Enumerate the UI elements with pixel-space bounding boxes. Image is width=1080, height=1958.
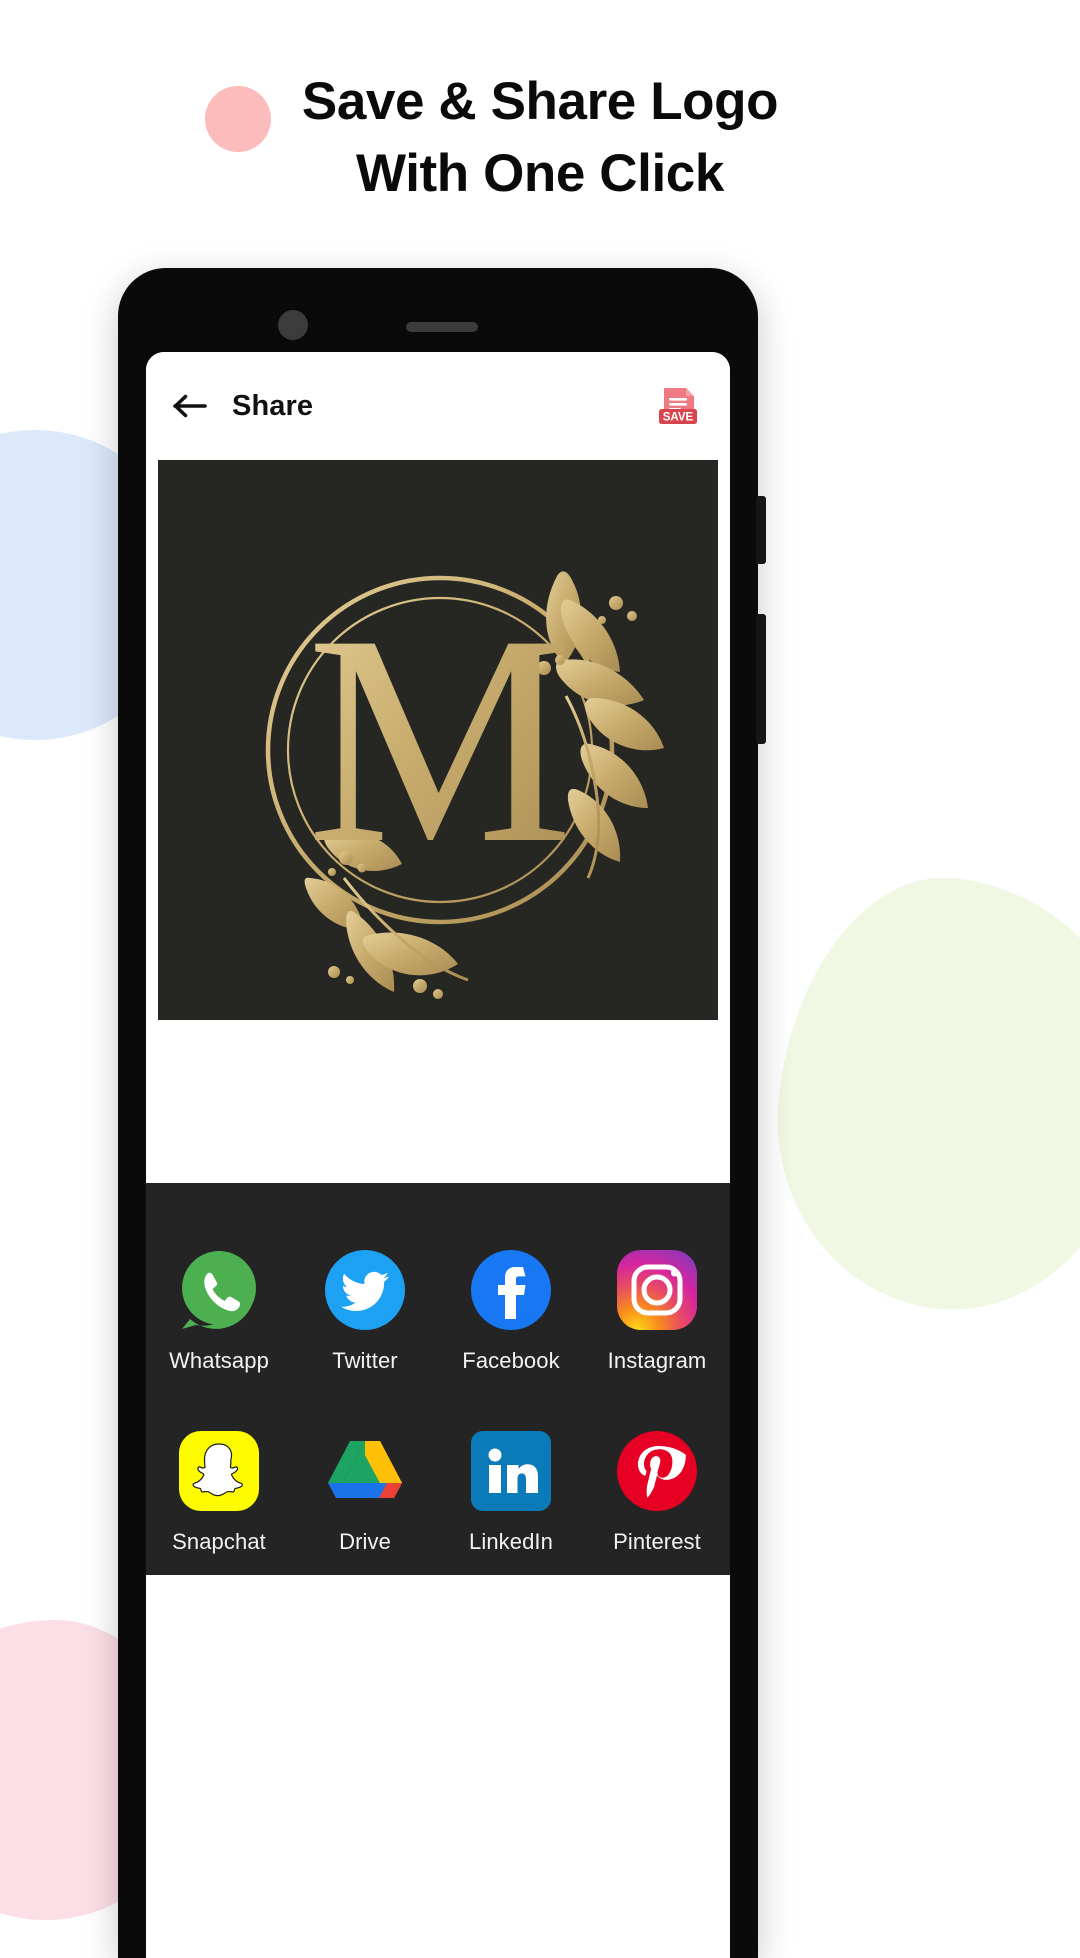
share-item-whatsapp[interactable]: Whatsapp <box>146 1247 292 1374</box>
share-item-linkedin[interactable]: LinkedIn <box>438 1428 584 1555</box>
twitter-icon <box>322 1247 408 1333</box>
share-label-pinterest: Pinterest <box>613 1529 701 1554</box>
phone-side-button-power[interactable] <box>756 614 766 744</box>
share-item-snapchat[interactable]: Snapchat <box>146 1428 292 1555</box>
share-label-whatsapp: Whatsapp <box>169 1348 269 1373</box>
app-bar-title: Share <box>232 389 314 422</box>
share-item-drive[interactable]: Drive <box>292 1428 438 1555</box>
share-label-facebook: Facebook <box>462 1348 560 1373</box>
share-item-facebook[interactable]: Facebook <box>438 1247 584 1374</box>
earpiece-speaker-icon <box>406 322 478 332</box>
back-arrow-icon[interactable] <box>168 384 212 428</box>
app-bar: Share SAVE <box>146 352 730 460</box>
monogram-letter: M <box>307 573 574 905</box>
phone-side-button-volume[interactable] <box>756 496 766 564</box>
facebook-icon <box>468 1247 554 1333</box>
linkedin-icon <box>468 1428 554 1514</box>
share-item-instagram[interactable]: Instagram <box>584 1247 730 1374</box>
share-label-instagram: Instagram <box>607 1348 707 1373</box>
save-icon-text: SAVE <box>663 412 694 424</box>
monogram-logo-graphic: M <box>158 460 718 1020</box>
phone-mockup: Share SAVE M Whatsapp Twitter Facebook I… <box>118 268 766 1958</box>
share-item-pinterest[interactable]: Pinterest <box>584 1428 730 1555</box>
phone-screen: Share SAVE M Whatsapp Twitter Facebook I… <box>146 352 730 1958</box>
snapchat-icon <box>176 1428 262 1514</box>
headline-line-1-text: Save & Share Logo <box>301 72 779 131</box>
whatsapp-icon <box>176 1247 262 1333</box>
front-camera-icon <box>278 310 308 340</box>
share-label-drive: Drive <box>339 1529 391 1554</box>
share-label-linkedin: LinkedIn <box>469 1529 553 1554</box>
share-label-snapchat: Snapchat <box>172 1529 266 1554</box>
instagram-icon <box>614 1247 700 1333</box>
green-blob-shape <box>758 862 1080 1328</box>
google-drive-icon <box>322 1428 408 1514</box>
logo-preview-image[interactable]: M <box>158 460 718 1020</box>
share-item-twitter[interactable]: Twitter <box>292 1247 438 1374</box>
preview-bottom-spacer <box>146 1020 730 1183</box>
headline-line-1: Save & Share Logo <box>0 66 1080 152</box>
headline-block: Save & Share Logo With One Click <box>0 66 1080 210</box>
pinterest-icon <box>614 1428 700 1514</box>
phone-bezel-top <box>118 268 758 352</box>
save-file-icon[interactable]: SAVE <box>652 380 704 432</box>
share-sheet: Whatsapp Twitter Facebook Instagram Snap… <box>146 1183 730 1575</box>
share-app-grid: Whatsapp Twitter Facebook Instagram Snap… <box>146 1247 730 1555</box>
headline-line-2: With One Click <box>356 144 724 204</box>
share-label-twitter: Twitter <box>332 1348 398 1373</box>
logo-preview-container: M <box>146 460 730 1020</box>
